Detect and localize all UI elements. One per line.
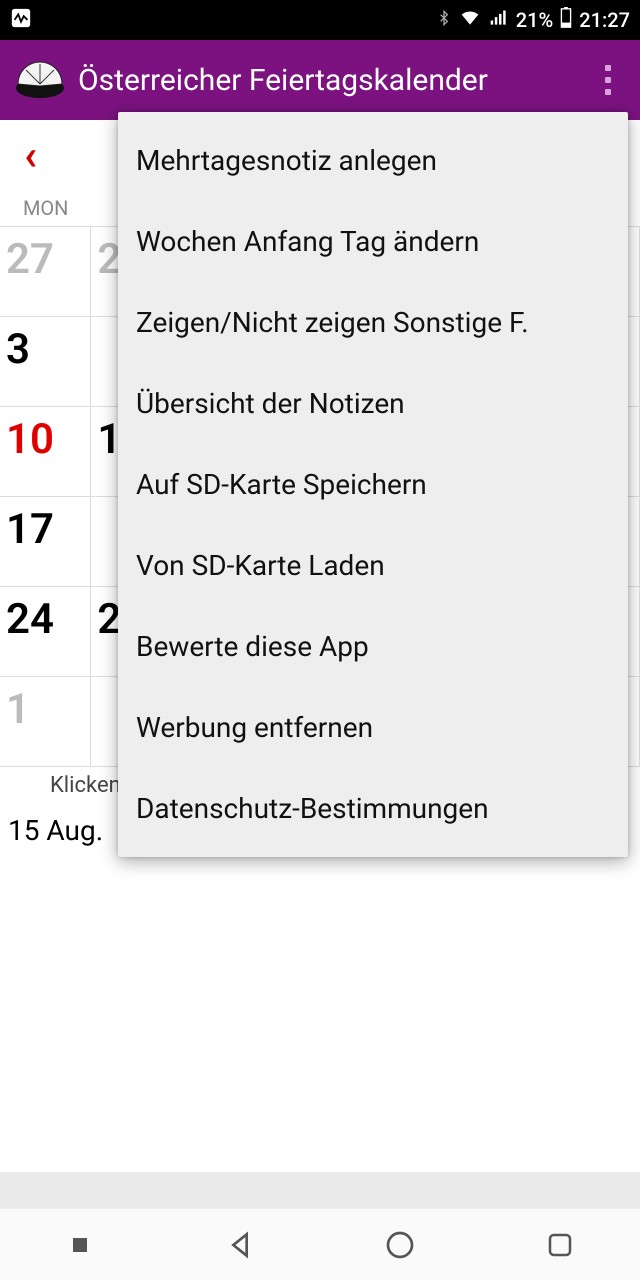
- wifi-icon: [458, 8, 482, 33]
- day-cell-holiday[interactable]: 10: [0, 407, 91, 496]
- bluetooth-icon: [436, 7, 452, 34]
- nav-recents-icon[interactable]: [540, 1225, 580, 1265]
- clock-text: 21:27: [579, 8, 630, 32]
- menu-item-rate-app[interactable]: Bewerte diese App: [118, 606, 628, 687]
- menu-item-remove-ads[interactable]: Werbung entfernen: [118, 687, 628, 768]
- nav-notification-icon[interactable]: [60, 1225, 100, 1265]
- menu-item-load-sd[interactable]: Von SD-Karte Laden: [118, 525, 628, 606]
- menu-item-privacy[interactable]: Datenschutz-Bestimmungen: [118, 768, 628, 849]
- menu-item-multiday-note[interactable]: Mehrtagesnotiz anlegen: [118, 120, 628, 201]
- android-nav-bar: [0, 1208, 640, 1280]
- activity-icon: [10, 7, 32, 34]
- menu-item-notes-overview[interactable]: Übersicht der Notizen: [118, 363, 628, 444]
- status-right: 21% 21:27: [436, 7, 630, 34]
- day-cell[interactable]: 1: [0, 677, 91, 766]
- day-cell[interactable]: 24: [0, 587, 91, 676]
- overflow-menu-popup: Mehrtagesnotiz anlegen Wochen Anfang Tag…: [118, 112, 628, 857]
- signal-icon: [488, 8, 510, 33]
- nav-back-icon[interactable]: [220, 1225, 260, 1265]
- app-logo-icon: [12, 52, 68, 108]
- day-cell[interactable]: 17: [0, 497, 91, 586]
- day-cell[interactable]: 27: [0, 227, 91, 316]
- nav-home-icon[interactable]: [380, 1225, 420, 1265]
- overflow-menu-button[interactable]: [588, 52, 628, 108]
- app-bar: Österreicher Feiertagskalender: [0, 40, 640, 120]
- chevron-left-icon[interactable]: ‹: [24, 131, 37, 180]
- menu-item-save-sd[interactable]: Auf SD-Karte Speichern: [118, 444, 628, 525]
- status-left: [10, 7, 32, 34]
- dow-mon: MON: [0, 190, 91, 226]
- battery-percent: 21%: [516, 8, 553, 32]
- battery-icon: [559, 7, 573, 34]
- day-cell[interactable]: 3: [0, 317, 91, 406]
- bottom-pad: [0, 1172, 640, 1208]
- menu-item-week-start[interactable]: Wochen Anfang Tag ändern: [118, 201, 628, 282]
- menu-item-toggle-other-holidays[interactable]: Zeigen/Nicht zeigen Sonstige F.: [118, 282, 628, 363]
- app-title: Österreicher Feiertagskalender: [78, 63, 588, 98]
- status-bar: 21% 21:27: [0, 0, 640, 40]
